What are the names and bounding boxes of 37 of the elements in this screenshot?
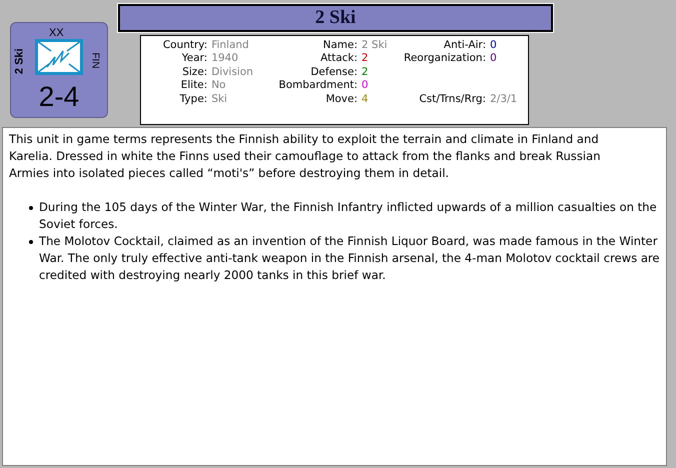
stat-label: Reorganization: xyxy=(402,52,486,66)
bullet-icon xyxy=(29,206,33,210)
stat-value: 2 xyxy=(360,66,370,80)
strength-label: 2-4 xyxy=(38,81,80,113)
stat-value: 0 xyxy=(360,79,370,93)
bullet-text: During the 105 days of the Winter War, the Finnish Infantry inflicted upwards of a million casualties on the Soviet forces. xyxy=(39,199,658,233)
stat-label: Name: xyxy=(322,39,358,52)
nation-label: FIN xyxy=(88,52,102,69)
bullet-text: The Molotov Cocktail, claimed as an invention of the Finnish Liquor Board, was made famous in the Winter War. The only truly effective anti-tank weapon in the Finnish arsenal, the 4-man Molotov cocktail crews are credited with destroying nearly 2000 tanks in this brief war. xyxy=(39,233,661,284)
stat-label: Year: xyxy=(180,52,208,66)
stat-label: Defense: xyxy=(310,66,358,80)
stat-value: No xyxy=(210,79,227,93)
stat-value: 2 Ski xyxy=(360,39,388,52)
stat-label: Elite: xyxy=(180,79,208,93)
stat-value: 0 xyxy=(488,39,498,52)
stat-value: 2/3/1 xyxy=(488,92,518,106)
stat-label: Country: xyxy=(162,39,208,52)
unit-name-label: 2 Ski xyxy=(12,48,27,74)
bullet-icon xyxy=(29,240,33,244)
stat-value: Ski xyxy=(210,92,228,106)
stat-label: Size: xyxy=(181,66,208,80)
stat-value: 2 xyxy=(360,52,370,66)
stat-label: Anti-Air: xyxy=(442,39,486,52)
ski-unit-icon xyxy=(35,39,83,75)
size-mark: XX xyxy=(49,26,64,41)
stat-label: Attack: xyxy=(319,52,358,66)
stat-label: Cst/Trns/Rrg: xyxy=(418,92,486,106)
stat-value: 4 xyxy=(360,92,370,106)
stat-label: Type: xyxy=(178,92,208,106)
stat-value: 1940 xyxy=(210,52,240,66)
stat-label: Bombardment: xyxy=(278,79,358,93)
stat-label: Move: xyxy=(324,92,358,106)
unit-title: 2 Ski xyxy=(118,4,553,32)
stat-value: Division xyxy=(210,66,254,80)
stat-value: Finland xyxy=(210,39,250,52)
stat-value: 0 xyxy=(488,52,498,66)
description-paragraph: This unit in game terms represents the Finnish ability to exploit the terrain and climate in Finland and Karelia. Dressed in white the Finns used their camouflage to attack from the flanks and break Russian Armies into isolated pieces called “moti's” before destroying them in detail. xyxy=(9,131,602,182)
